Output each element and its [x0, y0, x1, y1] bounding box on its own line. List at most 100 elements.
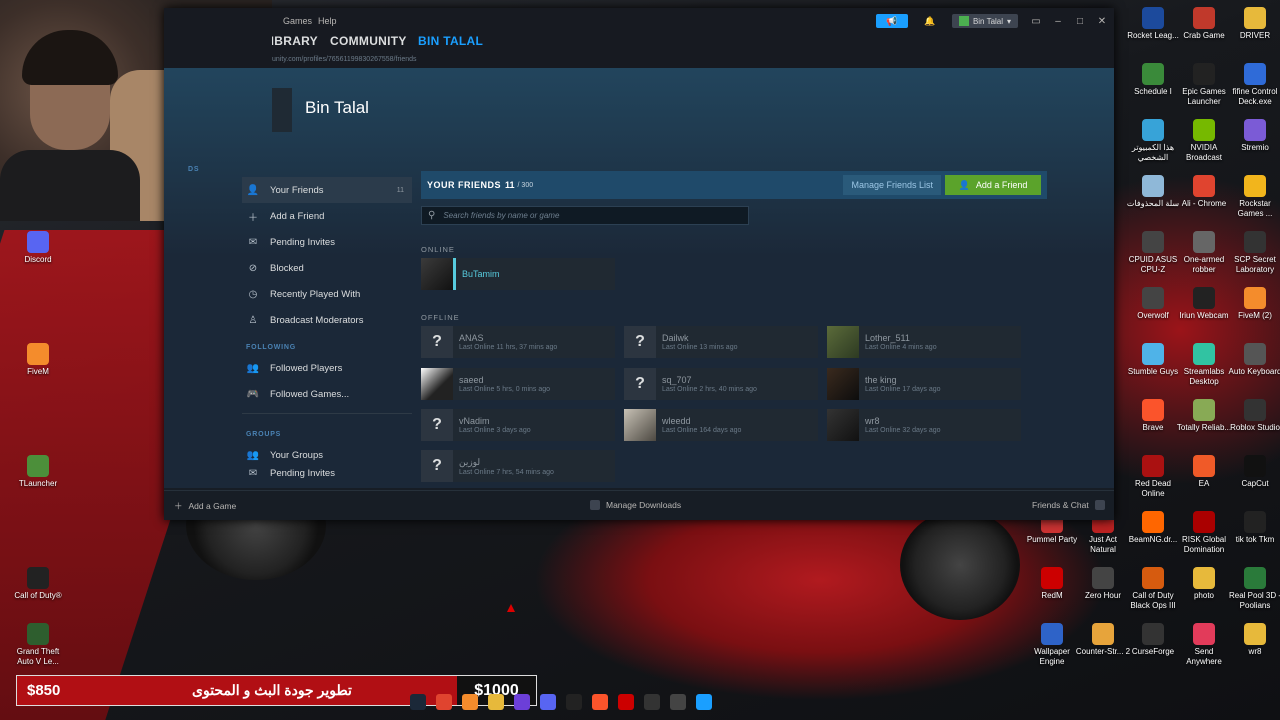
- desktop-shortcut[interactable]: FiveM (2): [1227, 287, 1280, 321]
- desktop-shortcut[interactable]: photo: [1176, 567, 1232, 601]
- desktop-shortcut[interactable]: RedM: [1024, 567, 1080, 601]
- obs-icon[interactable]: [514, 694, 530, 710]
- desktop-shortcut[interactable]: Totally Reliab...: [1176, 399, 1232, 433]
- sidebar-item-blocked[interactable]: ⊘ Blocked: [242, 255, 412, 281]
- desktop-shortcut[interactable]: Overwolf: [1125, 287, 1181, 321]
- desktop-shortcut[interactable]: Ali - Chrome: [1176, 175, 1232, 209]
- friend-card-offline[interactable]: ? لوزين Last Online 7 hrs, 54 mins ago: [421, 450, 615, 482]
- windows-icon[interactable]: [696, 694, 712, 710]
- desktop-shortcut[interactable]: RISK Global Domination: [1176, 511, 1232, 555]
- desktop-shortcut[interactable]: One-armed robber: [1176, 231, 1232, 275]
- sidebar-item-broadcast-moderators[interactable]: ♙ Broadcast Moderators: [242, 307, 412, 333]
- desktop-shortcut[interactable]: CPUID ASUS CPU-Z: [1125, 231, 1181, 275]
- desktop-shortcut[interactable]: DRIVER: [1227, 7, 1280, 41]
- desktop-shortcut[interactable]: Roblox Studio: [1227, 399, 1280, 433]
- big-picture-icon[interactable]: ▭: [1028, 14, 1044, 28]
- desktop-shortcut[interactable]: هذا الكمبيوتر الشخصي: [1125, 119, 1181, 163]
- friend-card-offline[interactable]: Lother_511 Last Online 4 mins ago: [827, 326, 1021, 358]
- sidebar-item-followed-games[interactable]: 🎮 Followed Games...: [242, 381, 412, 407]
- desktop-shortcut[interactable]: Send Anywhere: [1176, 623, 1232, 667]
- add-game-button[interactable]: ＋ Add a Game: [174, 500, 236, 512]
- desktop-shortcut[interactable]: Grand Theft Auto V Le...: [10, 623, 66, 667]
- nav-profile[interactable]: BIN TALAL: [418, 34, 483, 48]
- sidebar-item-your-groups[interactable]: 👥 Your Groups: [242, 442, 412, 468]
- fivem-icon[interactable]: [462, 694, 478, 710]
- friend-card-offline[interactable]: ? sq_707 Last Online 2 hrs, 40 mins ago: [624, 368, 818, 400]
- notifications-button[interactable]: 🔔: [920, 14, 940, 28]
- desktop-shortcut[interactable]: Discord: [10, 231, 66, 265]
- desktop-shortcut[interactable]: Stremio: [1227, 119, 1280, 153]
- desktop-shortcut[interactable]: EA: [1176, 455, 1232, 489]
- desktop-shortcut[interactable]: Rocket Leag...: [1125, 7, 1181, 41]
- manage-downloads-button[interactable]: Manage Downloads: [590, 500, 681, 510]
- desktop-shortcut[interactable]: Call of Duty Black Ops III: [1125, 567, 1181, 611]
- broadcast-button[interactable]: 📢: [876, 14, 908, 28]
- desktop-shortcut[interactable]: FiveM: [10, 343, 66, 377]
- friend-card-offline[interactable]: wleedd Last Online 164 days ago: [624, 409, 818, 441]
- sidebar-item-add-friend[interactable]: ＋ Add a Friend: [242, 203, 412, 229]
- manage-friends-button[interactable]: Manage Friends List: [843, 175, 941, 195]
- desktop-shortcut[interactable]: Auto Keyboard: [1227, 343, 1280, 377]
- discord-icon[interactable]: [540, 694, 556, 710]
- desktop-shortcut[interactable]: Schedule I: [1125, 63, 1181, 97]
- minimize-icon[interactable]: –: [1050, 14, 1066, 28]
- desktop-shortcut[interactable]: Rockstar Games ...: [1227, 175, 1280, 219]
- desktop-shortcut[interactable]: Brave: [1125, 399, 1181, 433]
- sidebar-item-group-invites[interactable]: ✉ Pending Invites: [242, 468, 412, 482]
- sidebar-item-followed-players[interactable]: 👥 Followed Players: [242, 355, 412, 381]
- desktop-shortcut[interactable]: CapCut: [1227, 455, 1280, 489]
- desktop-shortcut[interactable]: Wallpaper Engine: [1024, 623, 1080, 667]
- nav-library[interactable]: LIBRARY: [272, 34, 318, 48]
- friend-card-offline[interactable]: the king Last Online 17 days ago: [827, 368, 1021, 400]
- account-menu[interactable]: Bin Talal ▾: [952, 14, 1018, 28]
- desktop-shortcut[interactable]: CurseForge: [1125, 623, 1181, 657]
- desktop-shortcut[interactable]: fifine Control Deck.exe: [1227, 63, 1280, 107]
- friend-status: Last Online 32 days ago: [865, 427, 941, 434]
- maximize-icon[interactable]: □: [1072, 14, 1088, 28]
- tiktok-icon[interactable]: [566, 694, 582, 710]
- friend-card-offline[interactable]: ? Dailwk Last Online 13 mins ago: [624, 326, 818, 358]
- desktop-shortcut-label: NVIDIA Broadcast: [1185, 143, 1223, 162]
- nav-community[interactable]: COMMUNITY: [330, 34, 407, 48]
- brave-icon[interactable]: [592, 694, 608, 710]
- desktop-shortcut[interactable]: Zero Hour: [1075, 567, 1131, 601]
- desktop-shortcut[interactable]: Epic Games Launcher: [1176, 63, 1232, 107]
- desktop-shortcut[interactable]: Iriun Webcam: [1176, 287, 1232, 321]
- desktop-shortcut[interactable]: Red Dead Online: [1125, 455, 1181, 499]
- desktop-shortcut[interactable]: Counter-Str... 2: [1075, 623, 1131, 657]
- friends-search[interactable]: ⚲: [421, 206, 749, 225]
- redm-icon: [1041, 567, 1063, 589]
- desktop-shortcut[interactable]: BeamNG.dr...: [1125, 511, 1181, 545]
- desktop-shortcut[interactable]: TLauncher: [10, 455, 66, 489]
- friend-card-online[interactable]: BuTamim: [421, 258, 615, 290]
- store-icon[interactable]: [670, 694, 686, 710]
- desktop-shortcut[interactable]: Crab Game: [1176, 7, 1232, 41]
- sidebar-item-recently-played[interactable]: ◷ Recently Played With: [242, 281, 412, 307]
- folder-icon[interactable]: [488, 694, 504, 710]
- steam-icon[interactable]: [410, 694, 426, 710]
- menu-help[interactable]: Help: [318, 16, 337, 26]
- sidebar-item-pending-invites[interactable]: ✉ Pending Invites: [242, 229, 412, 255]
- roblox-icon[interactable]: [618, 694, 634, 710]
- close-icon[interactable]: ✕: [1094, 14, 1110, 28]
- desktop-shortcut[interactable]: SCP Secret Laboratory: [1227, 231, 1280, 275]
- desktop-shortcut[interactable]: Call of Duty®: [10, 567, 66, 601]
- capcut-icon[interactable]: [644, 694, 660, 710]
- desktop-shortcut[interactable]: Real Pool 3D - Poolians: [1227, 567, 1280, 611]
- menu-games[interactable]: Games: [283, 16, 312, 26]
- desktop-shortcut[interactable]: سلة المحذوفات: [1125, 175, 1181, 209]
- friend-card-offline[interactable]: wr8 Last Online 32 days ago: [827, 409, 1021, 441]
- desktop-shortcut[interactable]: Streamlabs Desktop: [1176, 343, 1232, 387]
- friend-card-offline[interactable]: ? vNadim Last Online 3 days ago: [421, 409, 615, 441]
- friend-card-offline[interactable]: ? ANAS Last Online 11 hrs, 37 mins ago: [421, 326, 615, 358]
- desktop-shortcut[interactable]: wr8: [1227, 623, 1280, 657]
- add-friend-button[interactable]: 👤 Add a Friend: [945, 175, 1041, 195]
- chrome-icon[interactable]: [436, 694, 452, 710]
- desktop-shortcut[interactable]: NVIDIA Broadcast: [1176, 119, 1232, 163]
- search-input[interactable]: [443, 211, 734, 220]
- sidebar-item-your-friends[interactable]: 👤 Your Friends 11: [242, 177, 412, 203]
- friends-chat-button[interactable]: Friends & Chat: [1032, 500, 1105, 510]
- desktop-shortcut[interactable]: Stumble Guys: [1125, 343, 1181, 377]
- friend-card-offline[interactable]: saeed Last Online 5 hrs, 0 mins ago: [421, 368, 615, 400]
- desktop-shortcut[interactable]: tik tok Tkm: [1227, 511, 1280, 545]
